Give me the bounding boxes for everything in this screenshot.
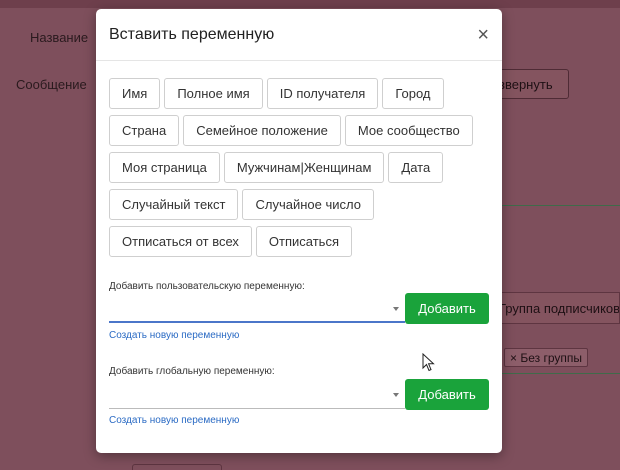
variable-button-unsubscribe[interactable]: Отписаться bbox=[255, 226, 352, 257]
create-global-variable-link[interactable]: Создать новую переменную bbox=[109, 415, 239, 426]
background-group-field: Группа подписчиков bbox=[490, 292, 620, 324]
variable-row: Отписаться от всех Отписаться bbox=[109, 226, 489, 257]
create-custom-variable-link[interactable]: Создать новую переменную bbox=[109, 330, 239, 341]
custom-variable-select[interactable] bbox=[109, 293, 405, 323]
background-group-tag-label: Без группы bbox=[520, 351, 583, 365]
background-button bbox=[132, 464, 222, 470]
variable-row: Страна Семейное положение Мое сообщество bbox=[109, 115, 489, 146]
variable-button-recipient-id[interactable]: ID получателя bbox=[266, 78, 379, 109]
variable-button-full-name[interactable]: Полное имя bbox=[164, 78, 263, 109]
modal-header: Вставить переменную × bbox=[96, 9, 502, 61]
background-group-tag: × Без группы bbox=[504, 348, 589, 367]
variable-button-my-page[interactable]: Моя страница bbox=[109, 152, 220, 183]
background-topbar bbox=[0, 0, 620, 8]
close-icon[interactable]: × bbox=[477, 25, 489, 45]
add-global-variable-button[interactable]: Добавить bbox=[405, 379, 489, 410]
global-variable-label: Добавить глобальную переменную: bbox=[109, 366, 275, 377]
variable-buttons: Имя Полное имя ID получателя Город Стран… bbox=[109, 78, 489, 263]
modal-title: Вставить переменную bbox=[109, 26, 275, 43]
add-custom-variable-button[interactable]: Добавить bbox=[405, 293, 489, 324]
variable-button-random-text[interactable]: Случайный текст bbox=[109, 189, 239, 220]
variable-row: Моя страница Мужчинам|Женщинам Дата bbox=[109, 152, 489, 183]
variable-row: Имя Полное имя ID получателя Город bbox=[109, 78, 489, 109]
variable-row: Случайный текст Случайное число bbox=[109, 189, 489, 220]
variable-button-date[interactable]: Дата bbox=[388, 152, 444, 183]
variable-button-my-community[interactable]: Мое сообщество bbox=[344, 115, 473, 146]
variable-button-gender-switch[interactable]: Мужчинам|Женщинам bbox=[223, 152, 385, 183]
mouse-cursor-icon bbox=[422, 353, 435, 372]
variable-button-marital-status[interactable]: Семейное положение bbox=[183, 115, 341, 146]
chevron-down-icon[interactable] bbox=[393, 393, 399, 397]
background-divider bbox=[490, 373, 620, 374]
background-label-name: Название bbox=[30, 30, 89, 45]
variable-button-random-number[interactable]: Случайное число bbox=[242, 189, 374, 220]
chevron-down-icon[interactable] bbox=[393, 307, 399, 311]
variable-button-name[interactable]: Имя bbox=[109, 78, 161, 109]
background-label-message: Сообщение bbox=[16, 77, 87, 92]
variable-button-unsubscribe-all[interactable]: Отписаться от всех bbox=[109, 226, 252, 257]
variable-button-country[interactable]: Страна bbox=[109, 115, 180, 146]
global-variable-select[interactable] bbox=[109, 379, 405, 409]
variable-button-city[interactable]: Город bbox=[382, 78, 444, 109]
background-divider bbox=[490, 205, 620, 206]
custom-variable-label: Добавить пользовательскую переменную: bbox=[109, 281, 305, 292]
insert-variable-modal: Вставить переменную × Имя Полное имя ID … bbox=[96, 9, 502, 453]
